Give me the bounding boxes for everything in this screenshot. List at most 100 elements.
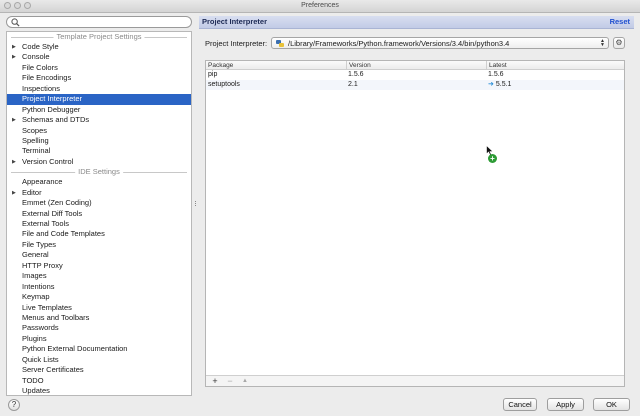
sidebar-item-project-interpreter[interactable]: Project Interpreter	[7, 94, 191, 105]
settings-tree[interactable]: Template Project Settings ▶ Code Style ▶ Con…	[6, 31, 192, 396]
gear-icon: ⚙	[615, 38, 623, 47]
sidebar-item-label: Appearance	[22, 177, 63, 187]
add-package-button[interactable]: +	[208, 376, 222, 386]
ok-button[interactable]: OK	[593, 398, 630, 411]
sidebar-item-file-types[interactable]: File Types	[7, 240, 191, 250]
chevron-right-icon[interactable]: ▶	[12, 188, 16, 198]
table-row[interactable]: setuptools 2.1 ➜ 5.5.1	[206, 80, 624, 90]
arrow-right-icon: ➜	[488, 81, 494, 88]
chevron-right-icon[interactable]: ▶	[12, 42, 16, 52]
cancel-button[interactable]: Cancel	[503, 398, 537, 411]
sidebar-item-label: Spelling	[22, 135, 49, 145]
chevron-right-icon[interactable]: ▶	[12, 52, 16, 62]
section-header: IDE Settings	[11, 167, 187, 178]
reset-link[interactable]: Reset	[610, 17, 630, 26]
interpreter-path: /Library/Frameworks/Python.framework/Ver…	[288, 39, 510, 48]
sidebar-item-label: Updates	[22, 386, 50, 395]
sidebar-item-menus-and-toolbars[interactable]: Menus and Toolbars	[7, 313, 191, 323]
sidebar-item-label: Emmet (Zen Coding)	[22, 198, 92, 208]
sidebar-item-label: Keymap	[22, 292, 50, 302]
sidebar-item-file-colors[interactable]: File Colors	[7, 63, 191, 73]
upgrade-package-button[interactable]: ▲	[238, 376, 252, 386]
sidebar-item-label: Inspections	[22, 83, 60, 93]
panel-title: Project Interpreter	[202, 17, 268, 26]
package-version: 1.5.6	[348, 71, 364, 78]
sidebar-item-server-certificates[interactable]: Server Certificates	[7, 365, 191, 375]
help-button[interactable]: ?	[8, 399, 20, 411]
packages-table: Package Version Latest pip 1.5.6 1.5.6 s…	[205, 60, 625, 387]
column-header-latest[interactable]: Latest	[486, 61, 624, 70]
chevron-right-icon[interactable]: ▶	[12, 115, 16, 125]
section-header: Template Project Settings	[11, 32, 187, 42]
sidebar-item-python-external-documentation[interactable]: Python External Documentation	[7, 344, 191, 354]
sidebar-item-label: File and Code Templates	[22, 229, 105, 239]
sidebar-item-todo[interactable]: TODO	[7, 376, 191, 386]
sidebar-item-label: Terminal	[22, 146, 51, 156]
settings-search-input[interactable]	[21, 17, 186, 27]
sidebar-item-python-debugger[interactable]: Python Debugger	[7, 105, 191, 115]
sidebar-item-label: Plugins	[22, 333, 47, 343]
packages-toolbar: + − ▲	[206, 375, 624, 386]
sidebar-item-label: Code Style	[22, 42, 59, 51]
sidebar-item-editor[interactable]: ▶ Editor	[7, 188, 191, 198]
settings-sidebar: Template Project Settings ▶ Code Style ▶ Con…	[6, 16, 192, 396]
sidebar-item-general[interactable]: General	[7, 250, 191, 260]
sidebar-item-label: Live Templates	[22, 302, 72, 312]
sidebar-item-version-control[interactable]: ▶ Version Control	[7, 157, 191, 167]
sidebar-item-label: File Encodings	[22, 73, 72, 83]
sidebar-item-scopes[interactable]: Scopes	[7, 126, 191, 136]
sidebar-item-label: Menus and Toolbars	[22, 312, 90, 322]
table-row[interactable]: pip 1.5.6 1.5.6	[206, 70, 624, 80]
sidebar-item-label: Python External Documentation	[22, 344, 128, 354]
sidebar-item-http-proxy[interactable]: HTTP Proxy	[7, 261, 191, 271]
sidebar-item-label: General	[22, 250, 49, 260]
search-icon	[11, 18, 20, 27]
interpreter-label: Project Interpreter:	[205, 39, 268, 48]
sidebar-item-code-style[interactable]: ▶ Code Style	[7, 42, 191, 52]
column-header-version[interactable]: Version	[346, 61, 486, 70]
sidebar-item-file-and-code-templates[interactable]: File and Code Templates	[7, 229, 191, 239]
sidebar-item-label: Python Debugger	[22, 104, 81, 114]
remove-package-button[interactable]: −	[223, 376, 237, 386]
sidebar-item-label: Version Control	[22, 156, 74, 166]
sidebar-item-label: Images	[22, 271, 47, 281]
window-title: Preferences	[301, 2, 339, 9]
sidebar-item-images[interactable]: Images	[7, 271, 191, 281]
chevron-right-icon[interactable]: ▶	[12, 157, 16, 167]
package-name: setuptools	[208, 81, 240, 88]
panel-header: Project Interpreter Reset	[199, 16, 634, 29]
sidebar-item-label: External Diff Tools	[22, 208, 83, 218]
package-latest: 5.5.1	[495, 81, 512, 88]
sidebar-item-inspections[interactable]: Inspections	[7, 84, 191, 94]
sidebar-item-external-tools[interactable]: External Tools	[7, 219, 191, 229]
sidebar-item-label: Server Certificates	[22, 365, 84, 375]
sidebar-item-plugins[interactable]: Plugins	[7, 334, 191, 344]
sidebar-item-keymap[interactable]: Keymap	[7, 292, 191, 302]
sidebar-item-appearance[interactable]: Appearance	[7, 177, 191, 187]
python-icon	[276, 40, 284, 47]
plus-icon: +	[488, 154, 497, 163]
sidebar-item-live-templates[interactable]: Live Templates	[7, 303, 191, 313]
sidebar-item-emmet-zen-coding[interactable]: Emmet (Zen Coding)	[7, 198, 191, 208]
sidebar-item-label: Passwords	[22, 323, 59, 333]
sidebar-item-passwords[interactable]: Passwords	[7, 323, 191, 333]
sidebar-item-quick-lists[interactable]: Quick Lists	[7, 355, 191, 365]
settings-search-box[interactable]	[6, 16, 192, 28]
sidebar-item-label: HTTP Proxy	[22, 260, 63, 270]
window-titlebar: Preferences	[0, 0, 640, 13]
sidebar-item-spelling[interactable]: Spelling	[7, 136, 191, 146]
interpreter-select[interactable]: /Library/Frameworks/Python.framework/Ver…	[271, 37, 609, 49]
sidebar-item-terminal[interactable]: Terminal	[7, 146, 191, 156]
sidebar-item-updates[interactable]: Updates	[7, 386, 191, 395]
interpreter-settings-button[interactable]: ⚙	[613, 37, 625, 49]
sidebar-item-file-encodings[interactable]: File Encodings	[7, 73, 191, 83]
sidebar-item-intentions[interactable]: Intentions	[7, 282, 191, 292]
sidebar-splitter-handle[interactable]	[194, 200, 197, 210]
sidebar-item-label: Intentions	[22, 281, 55, 291]
apply-button[interactable]: Apply	[547, 398, 584, 411]
section-title: Template Project Settings	[53, 32, 145, 42]
column-header-package[interactable]: Package	[206, 61, 346, 70]
sidebar-item-external-diff-tools[interactable]: External Diff Tools	[7, 209, 191, 219]
sidebar-item-schemas-and-dtds[interactable]: ▶ Schemas and DTDs	[7, 115, 191, 125]
sidebar-item-console[interactable]: ▶ Console	[7, 52, 191, 62]
